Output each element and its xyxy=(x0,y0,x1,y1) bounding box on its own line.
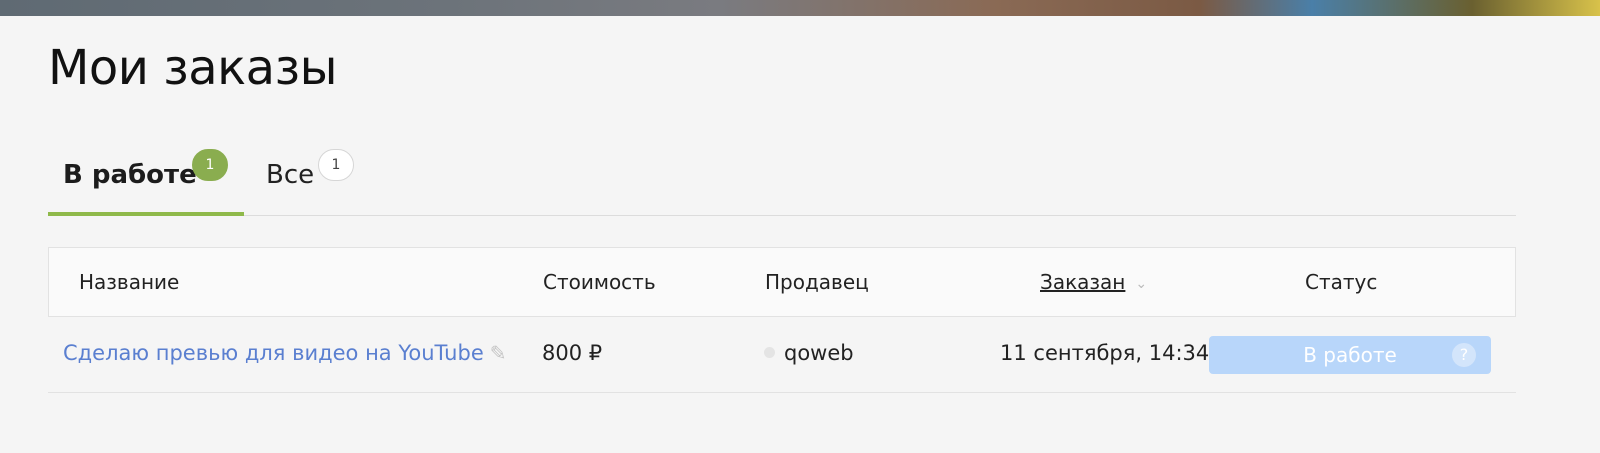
column-header-ordered-sort[interactable]: Заказан ⌄ xyxy=(1040,270,1147,294)
order-date: 11 сентября, 14:34 xyxy=(1000,341,1210,365)
page-title: Мои заказы xyxy=(48,40,338,96)
column-header-seller: Продавец xyxy=(765,270,869,294)
column-header-name: Название xyxy=(79,270,180,294)
tab-in-progress-count-badge: 1 xyxy=(192,149,228,181)
order-title-link[interactable]: Сделаю превью для видео на YouTube ✎ xyxy=(63,341,507,365)
chevron-down-icon: ⌄ xyxy=(1135,275,1148,292)
order-seller-name: qoweb xyxy=(784,341,854,365)
order-tabs: В работе 1 Все 1 xyxy=(48,140,1516,216)
tab-all[interactable]: Все 1 xyxy=(266,140,376,216)
question-icon[interactable]: ? xyxy=(1452,343,1476,367)
tab-all-label: Все xyxy=(266,160,315,190)
table-header: Название Стоимость Продавец Заказан ⌄ Ста… xyxy=(48,247,1516,317)
order-status-label: В работе xyxy=(1303,343,1397,367)
order-status-button[interactable]: В работе ? xyxy=(1209,336,1491,374)
order-cost: 800 ₽ xyxy=(542,341,603,365)
status-dot-icon xyxy=(764,346,775,358)
column-header-cost: Стоимость xyxy=(543,270,656,294)
order-title-text: Сделаю превью для видео на YouTube xyxy=(63,341,484,365)
table-row: Сделаю превью для видео на YouTube ✎ 800 … xyxy=(48,317,1516,393)
orders-table: Название Стоимость Продавец Заказан ⌄ Ста… xyxy=(48,247,1516,393)
tab-in-progress[interactable]: В работе 1 xyxy=(48,140,244,216)
column-header-status: Статус xyxy=(1305,270,1378,294)
order-seller[interactable]: qoweb xyxy=(764,341,854,365)
tab-in-progress-label: В работе xyxy=(63,160,197,190)
tab-all-count-badge: 1 xyxy=(318,149,354,181)
top-banner-image xyxy=(0,0,1600,16)
column-header-ordered-label: Заказан xyxy=(1040,270,1126,294)
pencil-icon[interactable]: ✎ xyxy=(490,341,507,365)
